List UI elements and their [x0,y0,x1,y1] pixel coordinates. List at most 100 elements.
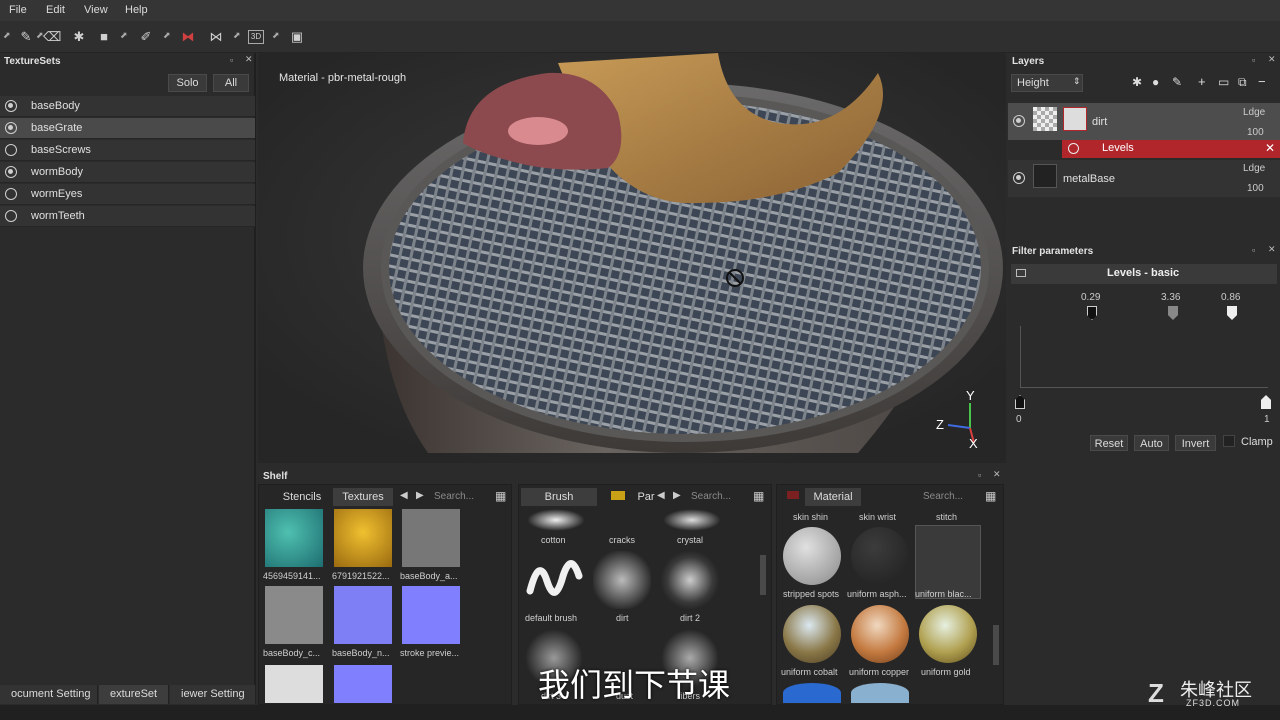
tab-material[interactable]: Material [805,488,861,506]
material-thumb[interactable] [783,683,841,703]
3d-viewport[interactable]: Material - pbr-metal-rough Y Z X [258,53,1006,463]
material-thumb[interactable] [851,605,909,663]
popout-icon[interactable]: ▫ [1252,245,1255,255]
visibility-toggle[interactable] [5,188,17,200]
textureset-row-basebody[interactable]: baseBody [0,96,255,117]
texture-thumb[interactable] [402,509,460,567]
all-button[interactable]: All [213,74,249,92]
close-icon[interactable]: ✕ [993,469,1001,480]
material-thumb[interactable] [919,605,977,663]
tab-brush[interactable]: Brush [521,488,597,506]
visibility-toggle[interactable] [5,210,17,222]
texture-thumb[interactable] [265,509,323,567]
tab-textureset-settings[interactable]: extureSet [99,685,169,704]
tab-viewer-settings[interactable]: iewer Setting [170,685,256,704]
tab-next-icon[interactable]: ▶ [673,490,681,501]
texture-thumb[interactable] [402,586,460,644]
output-black-handle[interactable] [1015,395,1025,409]
search-input[interactable]: Search... [691,491,731,502]
material-thumb-selected[interactable] [915,525,981,599]
tab-document-settings[interactable]: ocument Setting [0,685,98,704]
texture-thumb[interactable] [334,586,392,644]
add-layer-icon[interactable]: + [1198,74,1206,89]
popout-icon[interactable]: ⬈ [3,30,13,40]
layer-effect-levels[interactable]: Levels ✕ [1062,140,1280,158]
layer-row-dirt[interactable]: dirt Ldge 100 [1008,103,1280,140]
brush-thumb[interactable] [527,509,585,531]
collapse-icon[interactable] [1016,269,1026,277]
reset-button[interactable]: Reset [1090,435,1128,451]
effect-visibility-toggle[interactable] [1068,143,1079,154]
add-mask-icon[interactable]: ● [1152,75,1159,89]
add-folder-icon[interactable]: ▭ [1218,75,1229,89]
levels-header[interactable]: Levels - basic [1011,264,1277,284]
textureset-row-wormteeth[interactable]: wormTeeth [0,206,255,227]
gamma-handle[interactable] [1168,306,1178,320]
visibility-toggle[interactable] [1013,172,1025,184]
tab-textures[interactable]: Textures [333,488,393,506]
visibility-toggle[interactable] [5,166,17,178]
white-point-handle[interactable] [1227,306,1237,320]
texture-thumb[interactable] [265,586,323,644]
tab-stencils[interactable]: Stencils [277,488,327,506]
popout-icon[interactable]: ▫ [230,55,233,65]
tab-prev-icon[interactable]: ◀ [400,490,408,501]
layer-opacity[interactable]: 100 [1247,127,1264,138]
paint-brush-icon[interactable]: ✎ [17,28,35,46]
texture-thumb[interactable] [334,509,392,567]
close-icon[interactable]: ✕ [1268,244,1276,255]
remove-effect-icon[interactable]: ✕ [1265,141,1275,155]
layer-blend[interactable]: Ldge [1243,163,1265,174]
delete-layer-icon[interactable]: − [1258,74,1266,89]
search-input[interactable]: Search... [923,491,963,502]
grid-view-icon[interactable]: ▦ [985,489,996,503]
popout-icon[interactable]: ⬈ [272,30,282,40]
eraser-icon[interactable]: ⌫ [43,28,61,46]
close-icon[interactable]: ✕ [245,54,253,65]
3d-view-icon[interactable]: 3D [248,30,264,44]
visibility-toggle[interactable] [5,122,17,134]
tab-next-icon[interactable]: ▶ [416,490,424,501]
symmetry-settings-icon[interactable]: ⋈ [207,28,225,46]
brush-thumb[interactable] [661,551,719,609]
texture-thumb[interactable] [334,665,392,703]
grid-view-icon[interactable]: ▦ [753,489,764,503]
material-thumb[interactable] [783,605,841,663]
brush-thumb[interactable] [525,551,583,609]
material-thumb[interactable] [851,683,909,703]
scrollbar-thumb[interactable] [760,555,766,595]
menu-help[interactable]: Help [125,4,148,16]
layer-blend[interactable]: Ldge [1243,107,1265,118]
close-icon[interactable]: ✕ [1268,54,1276,65]
search-input[interactable]: Search... [434,491,474,502]
visibility-toggle[interactable] [5,100,17,112]
menu-edit[interactable]: Edit [46,4,65,16]
eyedropper-icon[interactable]: ✐ [137,28,155,46]
popout-icon[interactable]: ⬈ [163,30,173,40]
textureset-row-wormeyes[interactable]: wormEyes [0,184,255,205]
tab-prev-icon[interactable]: ◀ [657,490,665,501]
popout-icon[interactable]: ⬈ [233,30,243,40]
brush-thumb[interactable] [663,509,721,531]
visibility-toggle[interactable] [5,144,17,156]
textureset-row-basegrate[interactable]: baseGrate [0,118,255,139]
clamp-checkbox[interactable] [1223,435,1235,447]
duplicate-icon[interactable]: ⧉ [1238,75,1247,90]
black-point-handle[interactable] [1087,306,1097,320]
visibility-toggle[interactable] [1013,115,1025,127]
invert-button[interactable]: Invert [1175,435,1216,451]
textureset-row-basescrews[interactable]: baseScrews [0,140,255,161]
output-white-handle[interactable] [1261,395,1271,409]
menu-view[interactable]: View [84,4,108,16]
menu-file[interactable]: File [9,4,27,16]
material-thumb[interactable] [783,527,841,585]
symmetry-icon[interactable]: ⧓ [179,28,197,46]
solo-button[interactable]: Solo [168,74,207,92]
popout-icon[interactable]: ▫ [1252,55,1255,65]
popout-icon[interactable]: ⬈ [120,30,130,40]
brush-thumb[interactable] [593,551,651,609]
texture-thumb[interactable] [265,665,323,703]
popout-icon[interactable]: ▫ [978,470,981,480]
grid-view-icon[interactable]: ▦ [495,489,506,503]
add-paint-layer-icon[interactable]: ✎ [1172,75,1182,89]
